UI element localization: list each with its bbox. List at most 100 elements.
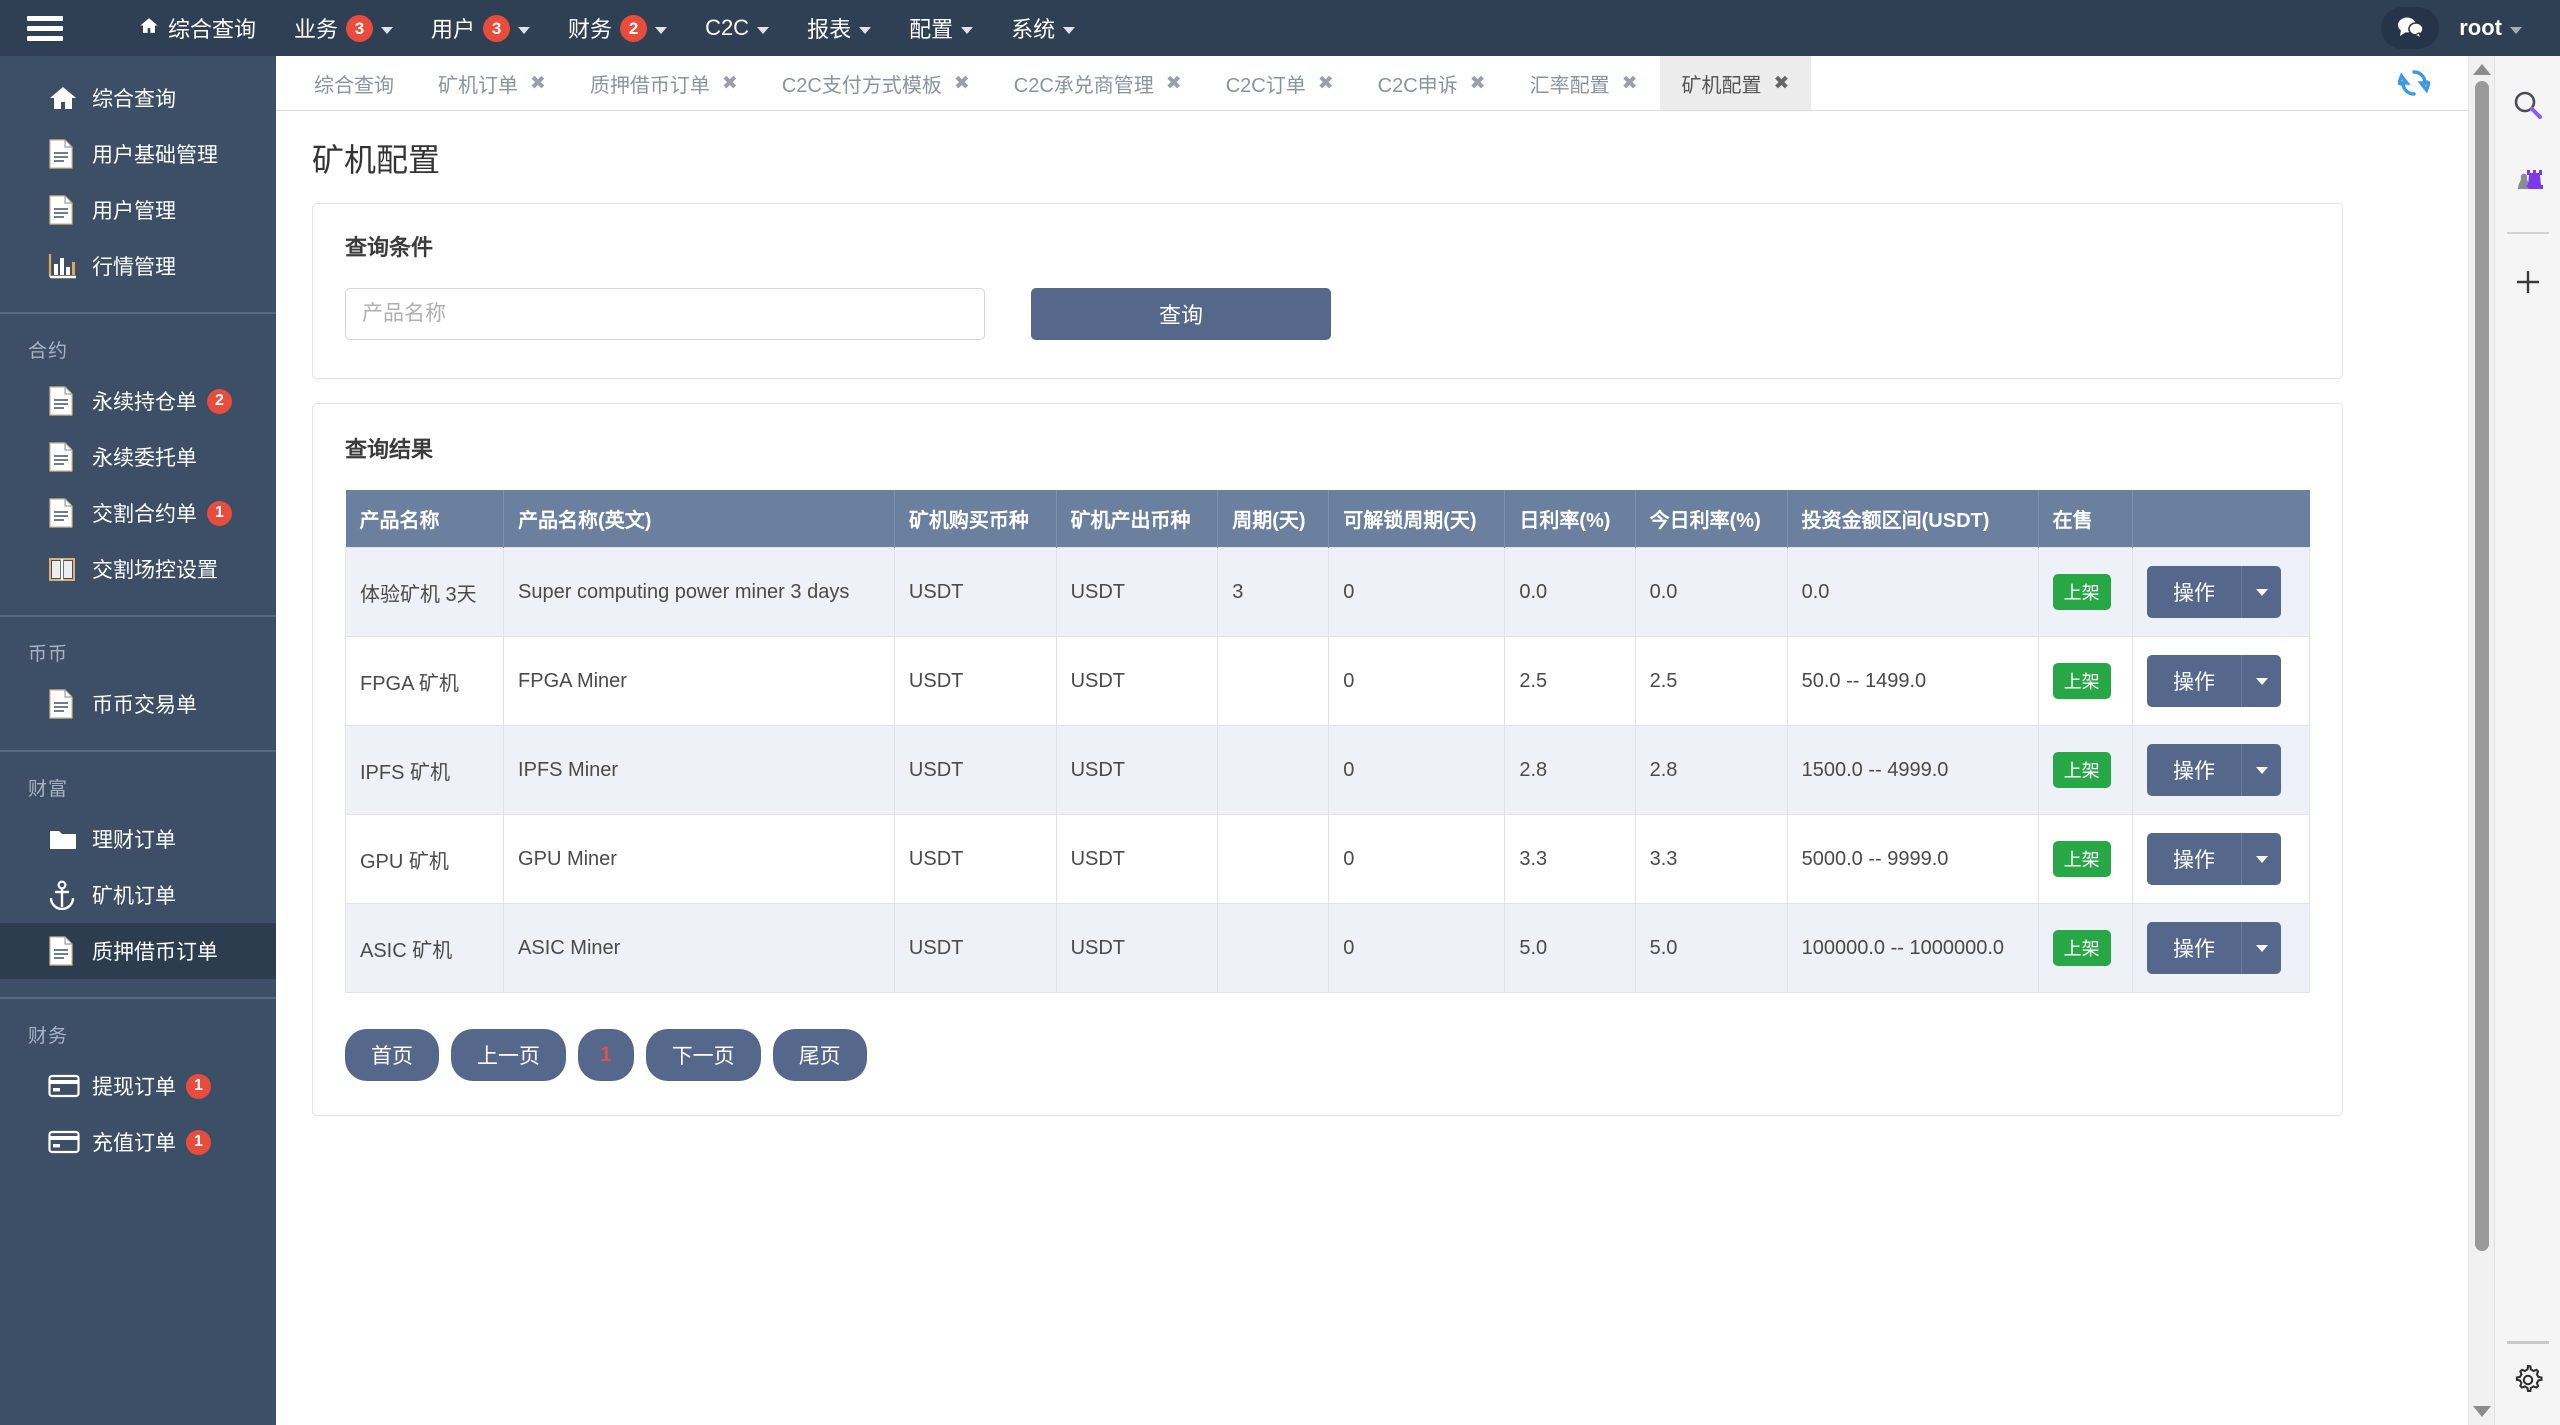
action-button[interactable]: 操作 (2147, 744, 2242, 796)
top-nav-item-3[interactable]: 财务 2 (549, 0, 686, 56)
close-icon[interactable]: ✖ (954, 72, 970, 95)
sidebar-item-交割场控设置[interactable]: 交割场控设置 (0, 541, 276, 597)
tab-矿机订单[interactable]: 矿机订单 ✖ (416, 56, 568, 110)
cell-5: 0 (1328, 725, 1506, 815)
sidebar-item-用户管理[interactable]: 用户管理 (0, 182, 276, 238)
sidebar-item-行情管理[interactable]: 行情管理 (0, 238, 276, 294)
cell-3: USDT (1055, 547, 1219, 637)
pagination-button-尾页[interactable]: 尾页 (772, 1029, 867, 1081)
sidebar-item-质押借币订单[interactable]: 质押借币订单 (0, 923, 276, 979)
cell-5: 0 (1328, 814, 1506, 904)
chess-pieces-icon[interactable] (2505, 148, 2551, 204)
sidebar-item-label: 用户管理 (92, 200, 176, 223)
cell-0: 体验矿机 3天 (344, 547, 505, 637)
scroll-down-arrow-icon[interactable] (2472, 1406, 2491, 1417)
sidebar-item-badge: 1 (186, 1129, 211, 1155)
top-nav-item-4[interactable]: C2C (686, 0, 788, 56)
top-nav-item-2[interactable]: 用户 3 (412, 0, 549, 56)
sidebar-item-提现订单[interactable]: 提现订单 1 (0, 1058, 276, 1114)
top-nav-item-7[interactable]: 系统 (992, 0, 1094, 56)
user-menu[interactable]: root (2451, 0, 2540, 56)
column-header-0: 产品名称 (345, 490, 505, 548)
chevron-down-icon (2255, 855, 2268, 863)
sidebar-item-币币交易单[interactable]: 币币交易单 (0, 676, 276, 732)
action-dropdown-toggle[interactable] (2241, 922, 2282, 974)
table-row: 体验矿机 3天 Super computing power miner 3 day… (344, 547, 2310, 637)
top-nav-item-5[interactable]: 报表 (788, 0, 890, 56)
top-nav-label: 系统 (1011, 17, 1056, 42)
chevron-down-icon (381, 26, 394, 34)
document-icon (48, 498, 92, 528)
sidebar-item-label: 充值订单 (92, 1132, 176, 1155)
status-badge: 上架 (2052, 574, 2111, 610)
top-nav-label: C2C (705, 15, 750, 40)
sidebar-item-永续委托单[interactable]: 永续委托单 (0, 429, 276, 485)
status-badge-cell: 上架 (2037, 636, 2134, 726)
tab-label: 综合查询 (314, 74, 394, 97)
credit-card-icon (48, 1130, 92, 1154)
pagination-button-上一页[interactable]: 上一页 (451, 1029, 566, 1081)
sidebar-item-label: 质押借币订单 (92, 941, 218, 964)
action-button[interactable]: 操作 (2147, 833, 2242, 885)
action-dropdown-toggle[interactable] (2241, 833, 2282, 885)
sidebar-item-永续持仓单[interactable]: 永续持仓单 2 (0, 373, 276, 429)
cell-0: GPU 矿机 (344, 814, 505, 904)
action-dropdown-toggle[interactable] (2241, 655, 2282, 707)
gear-icon[interactable] (2510, 1362, 2546, 1403)
tab-矿机配置[interactable]: 矿机配置 ✖ (1659, 56, 1812, 110)
action-dropdown-toggle[interactable] (2241, 566, 2282, 618)
hamburger-menu-icon[interactable] (0, 0, 90, 56)
action-button[interactable]: 操作 (2147, 922, 2242, 974)
top-nav-item-1[interactable]: 业务 3 (275, 0, 412, 56)
sidebar-item-label: 行情管理 (92, 256, 176, 279)
action-button[interactable]: 操作 (2147, 655, 2242, 707)
tab-汇率配置[interactable]: 汇率配置 ✖ (1508, 56, 1660, 110)
close-icon[interactable]: ✖ (722, 72, 738, 95)
sidebar-item-矿机订单[interactable]: 矿机订单 (0, 867, 276, 923)
tab-综合查询[interactable]: 综合查询 (292, 56, 416, 110)
search-icon[interactable] (2505, 78, 2551, 134)
close-icon[interactable]: ✖ (1774, 72, 1790, 95)
results-panel: 查询结果 产品名称 产品名称(英文) 矿机购买币种 矿机产出币种 周期(天) 可解锁周期(… (312, 403, 2343, 1116)
document-icon (48, 442, 92, 472)
tab-C2C申诉[interactable]: C2C申诉 ✖ (1356, 56, 1508, 110)
cell-3: USDT (1055, 814, 1219, 904)
page-scrollbar[interactable] (2468, 56, 2494, 1425)
search-button[interactable]: 查询 (1031, 288, 1331, 340)
top-nav-item-0[interactable]: 综合查询 (120, 0, 275, 56)
pagination-button-1[interactable]: 1 (578, 1029, 634, 1081)
cell-6: 3.3 (1504, 814, 1636, 904)
top-nav-item-6[interactable]: 配置 (890, 0, 992, 56)
column-header-7: 今日利率(%) (1635, 490, 1788, 548)
cell-0: ASIC 矿机 (344, 903, 505, 993)
action-dropdown-toggle[interactable] (2241, 744, 2282, 796)
cell-8: 100000.0 -- 1000000.0 (1786, 903, 2039, 993)
sidebar-item-充值订单[interactable]: 充值订单 1 (0, 1114, 276, 1170)
plus-icon[interactable] (2505, 254, 2551, 310)
query-panel: 查询条件 查询 (312, 203, 2343, 379)
tab-C2C订单[interactable]: C2C订单 ✖ (1204, 56, 1356, 110)
action-button[interactable]: 操作 (2147, 566, 2242, 618)
close-icon[interactable]: ✖ (1318, 72, 1334, 95)
tab-质押借币订单[interactable]: 质押借币订单 ✖ (568, 56, 760, 110)
scroll-up-arrow-icon[interactable] (2472, 64, 2491, 75)
tab-C2C支付方式模板[interactable]: C2C支付方式模板 ✖ (760, 56, 992, 110)
pagination-button-下一页[interactable]: 下一页 (645, 1029, 761, 1081)
sidebar-item-理财订单[interactable]: 理财订单 (0, 811, 276, 867)
product-name-input[interactable] (345, 288, 985, 340)
top-nav-label: 用户 (431, 17, 476, 42)
cell-5: 0 (1328, 636, 1506, 726)
tab-C2C承兑商管理[interactable]: C2C承兑商管理 ✖ (992, 56, 1204, 110)
pagination-button-首页[interactable]: 首页 (345, 1029, 439, 1081)
refresh-icon[interactable] (2396, 67, 2432, 99)
close-icon[interactable]: ✖ (1622, 72, 1638, 95)
sidebar-item-交割合约单[interactable]: 交割合约单 1 (0, 485, 276, 541)
sidebar-item-综合查询[interactable]: 综合查询 (0, 70, 276, 126)
close-icon[interactable]: ✖ (1166, 72, 1182, 95)
sidebar-item-用户基础管理[interactable]: 用户基础管理 (0, 126, 276, 182)
scrollbar-thumb[interactable] (2474, 81, 2489, 1251)
close-icon[interactable]: ✖ (530, 72, 546, 95)
close-icon[interactable]: ✖ (1470, 72, 1486, 95)
column-header-4: 周期(天) (1217, 490, 1330, 548)
chat-icon[interactable] (2381, 7, 2440, 49)
